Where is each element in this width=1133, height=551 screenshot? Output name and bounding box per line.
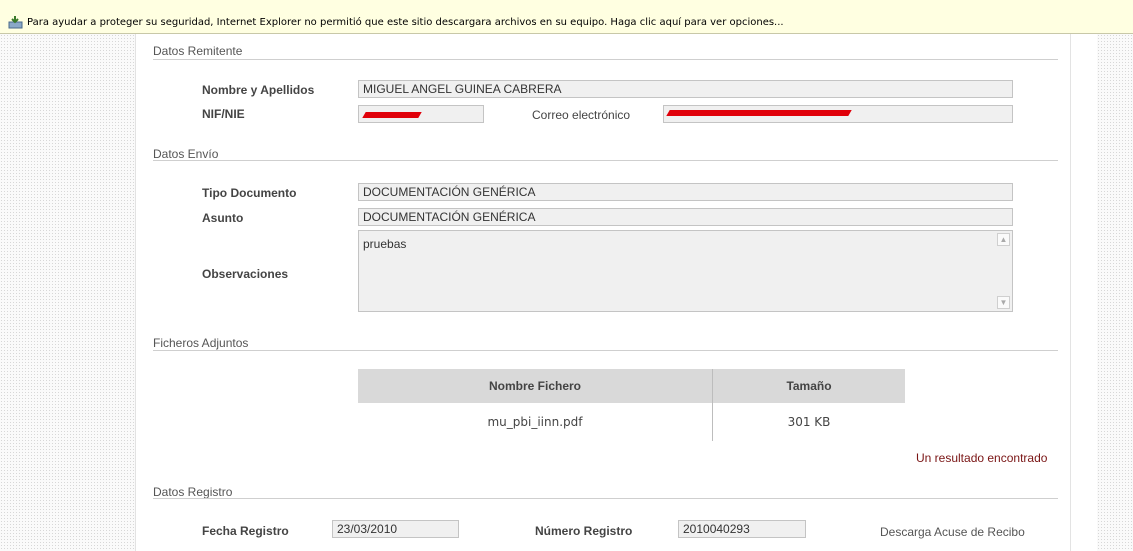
section-title-registro: Datos Registro bbox=[153, 485, 233, 499]
download-receipt-link[interactable]: Descarga Acuse de Recibo bbox=[880, 525, 1025, 539]
column-header-tamano: Tamaño bbox=[712, 369, 905, 403]
section-divider bbox=[153, 160, 1058, 161]
info-bar-message[interactable]: Para ayudar a proteger su seguridad, Int… bbox=[8, 14, 784, 30]
column-header-nombre: Nombre Fichero bbox=[358, 369, 713, 403]
correo-redaction-mark bbox=[666, 110, 852, 116]
file-name-cell[interactable]: mu_pbi_iinn.pdf bbox=[358, 403, 713, 441]
fecha-registro-field[interactable]: 23/03/2010 bbox=[332, 520, 459, 538]
left-divider bbox=[135, 34, 136, 551]
attached-files-table: Nombre Fichero Tamaño mu_pbi_iinn.pdf 30… bbox=[358, 369, 905, 441]
right-background-panel bbox=[1097, 34, 1133, 551]
correo-label: Correo electrónico bbox=[532, 108, 631, 122]
table-header-row: Nombre Fichero Tamaño bbox=[358, 369, 905, 403]
observaciones-textarea[interactable]: pruebas ▲ ▼ bbox=[358, 230, 1013, 312]
numero-registro-field[interactable]: 2010040293 bbox=[678, 520, 806, 538]
info-bar-text: Para ayudar a proteger su seguridad, Int… bbox=[27, 16, 784, 28]
tipo-documento-field[interactable]: DOCUMENTACIÓN GENÉRICA bbox=[358, 183, 1013, 201]
nombre-field[interactable]: MIGUEL ANGEL GUINEA CABRERA bbox=[358, 80, 1013, 98]
asunto-label: Asunto bbox=[202, 211, 244, 225]
observaciones-text: pruebas bbox=[363, 237, 407, 251]
section-divider bbox=[153, 59, 1058, 60]
table-row[interactable]: mu_pbi_iinn.pdf 301 KB bbox=[358, 403, 905, 441]
tipo-documento-label: Tipo Documento bbox=[202, 186, 297, 200]
scroll-up-arrow-icon[interactable]: ▲ bbox=[997, 233, 1010, 246]
section-divider bbox=[153, 350, 1058, 351]
scroll-down-arrow-icon[interactable]: ▼ bbox=[997, 296, 1010, 309]
section-title-adjuntos: Ficheros Adjuntos bbox=[153, 336, 249, 350]
section-title-envio: Datos Envío bbox=[153, 147, 219, 161]
download-blocked-icon bbox=[8, 15, 24, 29]
ie-info-bar[interactable]: Para ayudar a proteger su seguridad, Int… bbox=[0, 0, 1133, 34]
section-divider bbox=[153, 498, 1058, 499]
observaciones-label: Observaciones bbox=[202, 267, 289, 281]
nombre-label: Nombre y Apellidos bbox=[202, 83, 315, 97]
result-count-text: Un resultado encontrado bbox=[916, 451, 1048, 465]
file-size-cell: 301 KB bbox=[787, 415, 831, 429]
right-divider bbox=[1070, 34, 1071, 551]
left-background-panel bbox=[0, 34, 135, 551]
nif-redaction-mark bbox=[362, 112, 422, 118]
asunto-field[interactable]: DOCUMENTACIÓN GENÉRICA bbox=[358, 208, 1013, 226]
section-title-remitente: Datos Remitente bbox=[153, 44, 243, 58]
fecha-registro-label: Fecha Registro bbox=[202, 524, 289, 538]
numero-registro-label: Número Registro bbox=[535, 524, 633, 538]
nif-label: NIF/NIE bbox=[202, 107, 245, 121]
